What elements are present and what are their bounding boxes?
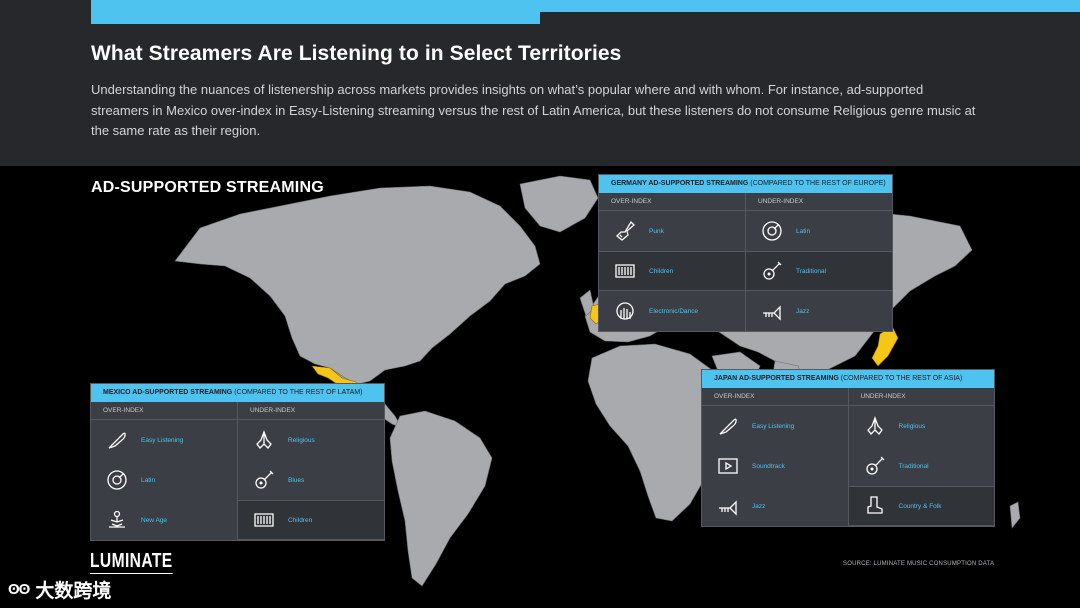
acoustic-guitar-icon [758, 257, 786, 285]
japan-panel-subtitle: (COMPARED TO THE REST OF ASIA) [840, 375, 963, 382]
page-title: What Streamers Are Listening to in Selec… [91, 42, 622, 65]
germany-panel: GERMANY AD-SUPPORTED STREAMING (COMPARED… [598, 174, 893, 332]
film-play-icon [714, 452, 742, 480]
germany-panel-title: GERMANY AD-SUPPORTED STREAMING [611, 180, 749, 187]
maracas-disc-icon [758, 217, 786, 245]
list-item: Religious [238, 420, 384, 460]
xylophone-icon [611, 257, 639, 285]
genre-label: Latin [796, 227, 811, 235]
japan-panel-header: JAPAN AD-SUPPORTED STREAMING (COMPARED T… [702, 370, 994, 388]
greenland-landmass [519, 175, 599, 233]
list-item: Religious [849, 406, 995, 446]
acoustic-guitar-icon [250, 466, 278, 494]
accent-bar-step [91, 12, 540, 24]
list-item: Latin [746, 211, 892, 251]
column-heading: UNDER-INDEX [848, 388, 994, 406]
list-item: Jazz [746, 291, 892, 331]
list-item: Easy Listening [91, 420, 237, 460]
trumpet-icon [714, 492, 742, 520]
intro-paragraph: Understanding the nuances of listenershi… [91, 82, 976, 138]
list-item: Jazz [702, 486, 848, 526]
japan-panel-title: JAPAN AD-SUPPORTED STREAMING [714, 375, 839, 382]
luminate-logo: LUMINATE [90, 550, 173, 574]
list-item: Children [599, 251, 745, 291]
genre-label: Easy Listening [752, 422, 795, 430]
list-item: Traditional [746, 251, 892, 291]
praying-hands-icon [861, 412, 889, 440]
genre-label: Jazz [752, 502, 766, 510]
list-item: Latin [91, 460, 237, 500]
electric-guitar-icon [611, 217, 639, 245]
genre-label: Latin [141, 476, 156, 484]
north-america-landmass [174, 185, 541, 385]
south-america-landmass [389, 410, 493, 587]
genre-label: Children [288, 516, 313, 524]
mexico-panel: MEXICO AD-SUPPORTED STREAMING (COMPARED … [90, 383, 385, 541]
list-item: Blues [238, 460, 384, 500]
genre-label: Traditional [898, 462, 929, 470]
cowboy-boot-icon [861, 492, 889, 520]
new-zealand-landmass [1009, 501, 1021, 529]
list-item: Electronic/Dance [599, 291, 745, 331]
genre-label: Traditional [796, 267, 827, 275]
mexico-panel-subtitle: (COMPARED TO THE REST OF LATAM) [234, 389, 363, 396]
genre-label: Blues [288, 476, 305, 484]
meditation-icon [103, 506, 131, 534]
mexico-under-index-column: UNDER-INDEX Religious Blues Children [237, 402, 384, 540]
genre-label: Soundtrack [752, 462, 785, 470]
mexico-panel-title: MEXICO AD-SUPPORTED STREAMING [103, 389, 233, 396]
list-item: Soundtrack [702, 446, 848, 486]
accent-bar [91, 0, 1080, 12]
genre-label: New Age [141, 516, 168, 524]
column-heading: UNDER-INDEX [238, 402, 384, 420]
source-note: SOURCE: LUMINATE MUSIC CONSUMPTION DATA [843, 561, 995, 567]
genre-label: Religious [288, 436, 315, 444]
maracas-disc-icon [103, 466, 131, 494]
mexico-panel-header: MEXICO AD-SUPPORTED STREAMING (COMPARED … [91, 384, 384, 402]
watermark: ʘʘ 大数跨境 [8, 576, 111, 603]
feather-icon [103, 426, 131, 454]
germany-panel-subtitle: (COMPARED TO THE REST OF EUROPE) [750, 180, 886, 187]
list-item: New Age [91, 500, 237, 540]
mexico-over-index-column: OVER-INDEX Easy Listening Latin New Age [91, 402, 237, 540]
watermark-text: 大数跨境 [35, 581, 112, 602]
column-heading: OVER-INDEX [91, 402, 237, 420]
germany-under-index-column: UNDER-INDEX Latin Traditional Jazz [745, 193, 892, 331]
accent-notch [540, 12, 1080, 24]
genre-label: Easy Listening [141, 436, 184, 444]
list-item: Punk [599, 211, 745, 251]
column-heading: OVER-INDEX [702, 388, 848, 406]
hand-disc-icon [611, 297, 639, 325]
list-item: Children [238, 500, 384, 540]
japan-highlight [871, 325, 899, 367]
column-heading: OVER-INDEX [599, 193, 745, 211]
genre-label: Children [649, 267, 674, 275]
xylophone-icon [250, 506, 278, 534]
japan-panel: JAPAN AD-SUPPORTED STREAMING (COMPARED T… [701, 369, 995, 527]
genre-label: Jazz [796, 307, 810, 315]
trumpet-icon [758, 297, 786, 325]
section-label: AD-SUPPORTED STREAMING [91, 179, 324, 196]
japan-under-index-column: UNDER-INDEX Religious Traditional Countr… [847, 388, 995, 526]
list-item: Traditional [849, 446, 995, 486]
acoustic-guitar-icon [861, 452, 889, 480]
germany-over-index-column: OVER-INDEX Punk Children Electronic/Danc… [599, 193, 745, 331]
column-heading: UNDER-INDEX [746, 193, 892, 211]
list-item: Country & Folk [848, 486, 994, 526]
germany-panel-header: GERMANY AD-SUPPORTED STREAMING (COMPARED… [599, 175, 892, 193]
genre-label: Punk [649, 227, 664, 235]
feather-icon [714, 412, 742, 440]
genre-label: Religious [898, 422, 926, 430]
genre-label: Country & Folk [898, 502, 942, 510]
watermark-logo-icon: ʘʘ [8, 581, 30, 598]
list-item: Easy Listening [702, 406, 848, 446]
genre-label: Electronic/Dance [649, 307, 699, 315]
japan-over-index-column: OVER-INDEX Easy Listening Soundtrack Jaz… [702, 388, 848, 526]
praying-hands-icon [250, 426, 278, 454]
